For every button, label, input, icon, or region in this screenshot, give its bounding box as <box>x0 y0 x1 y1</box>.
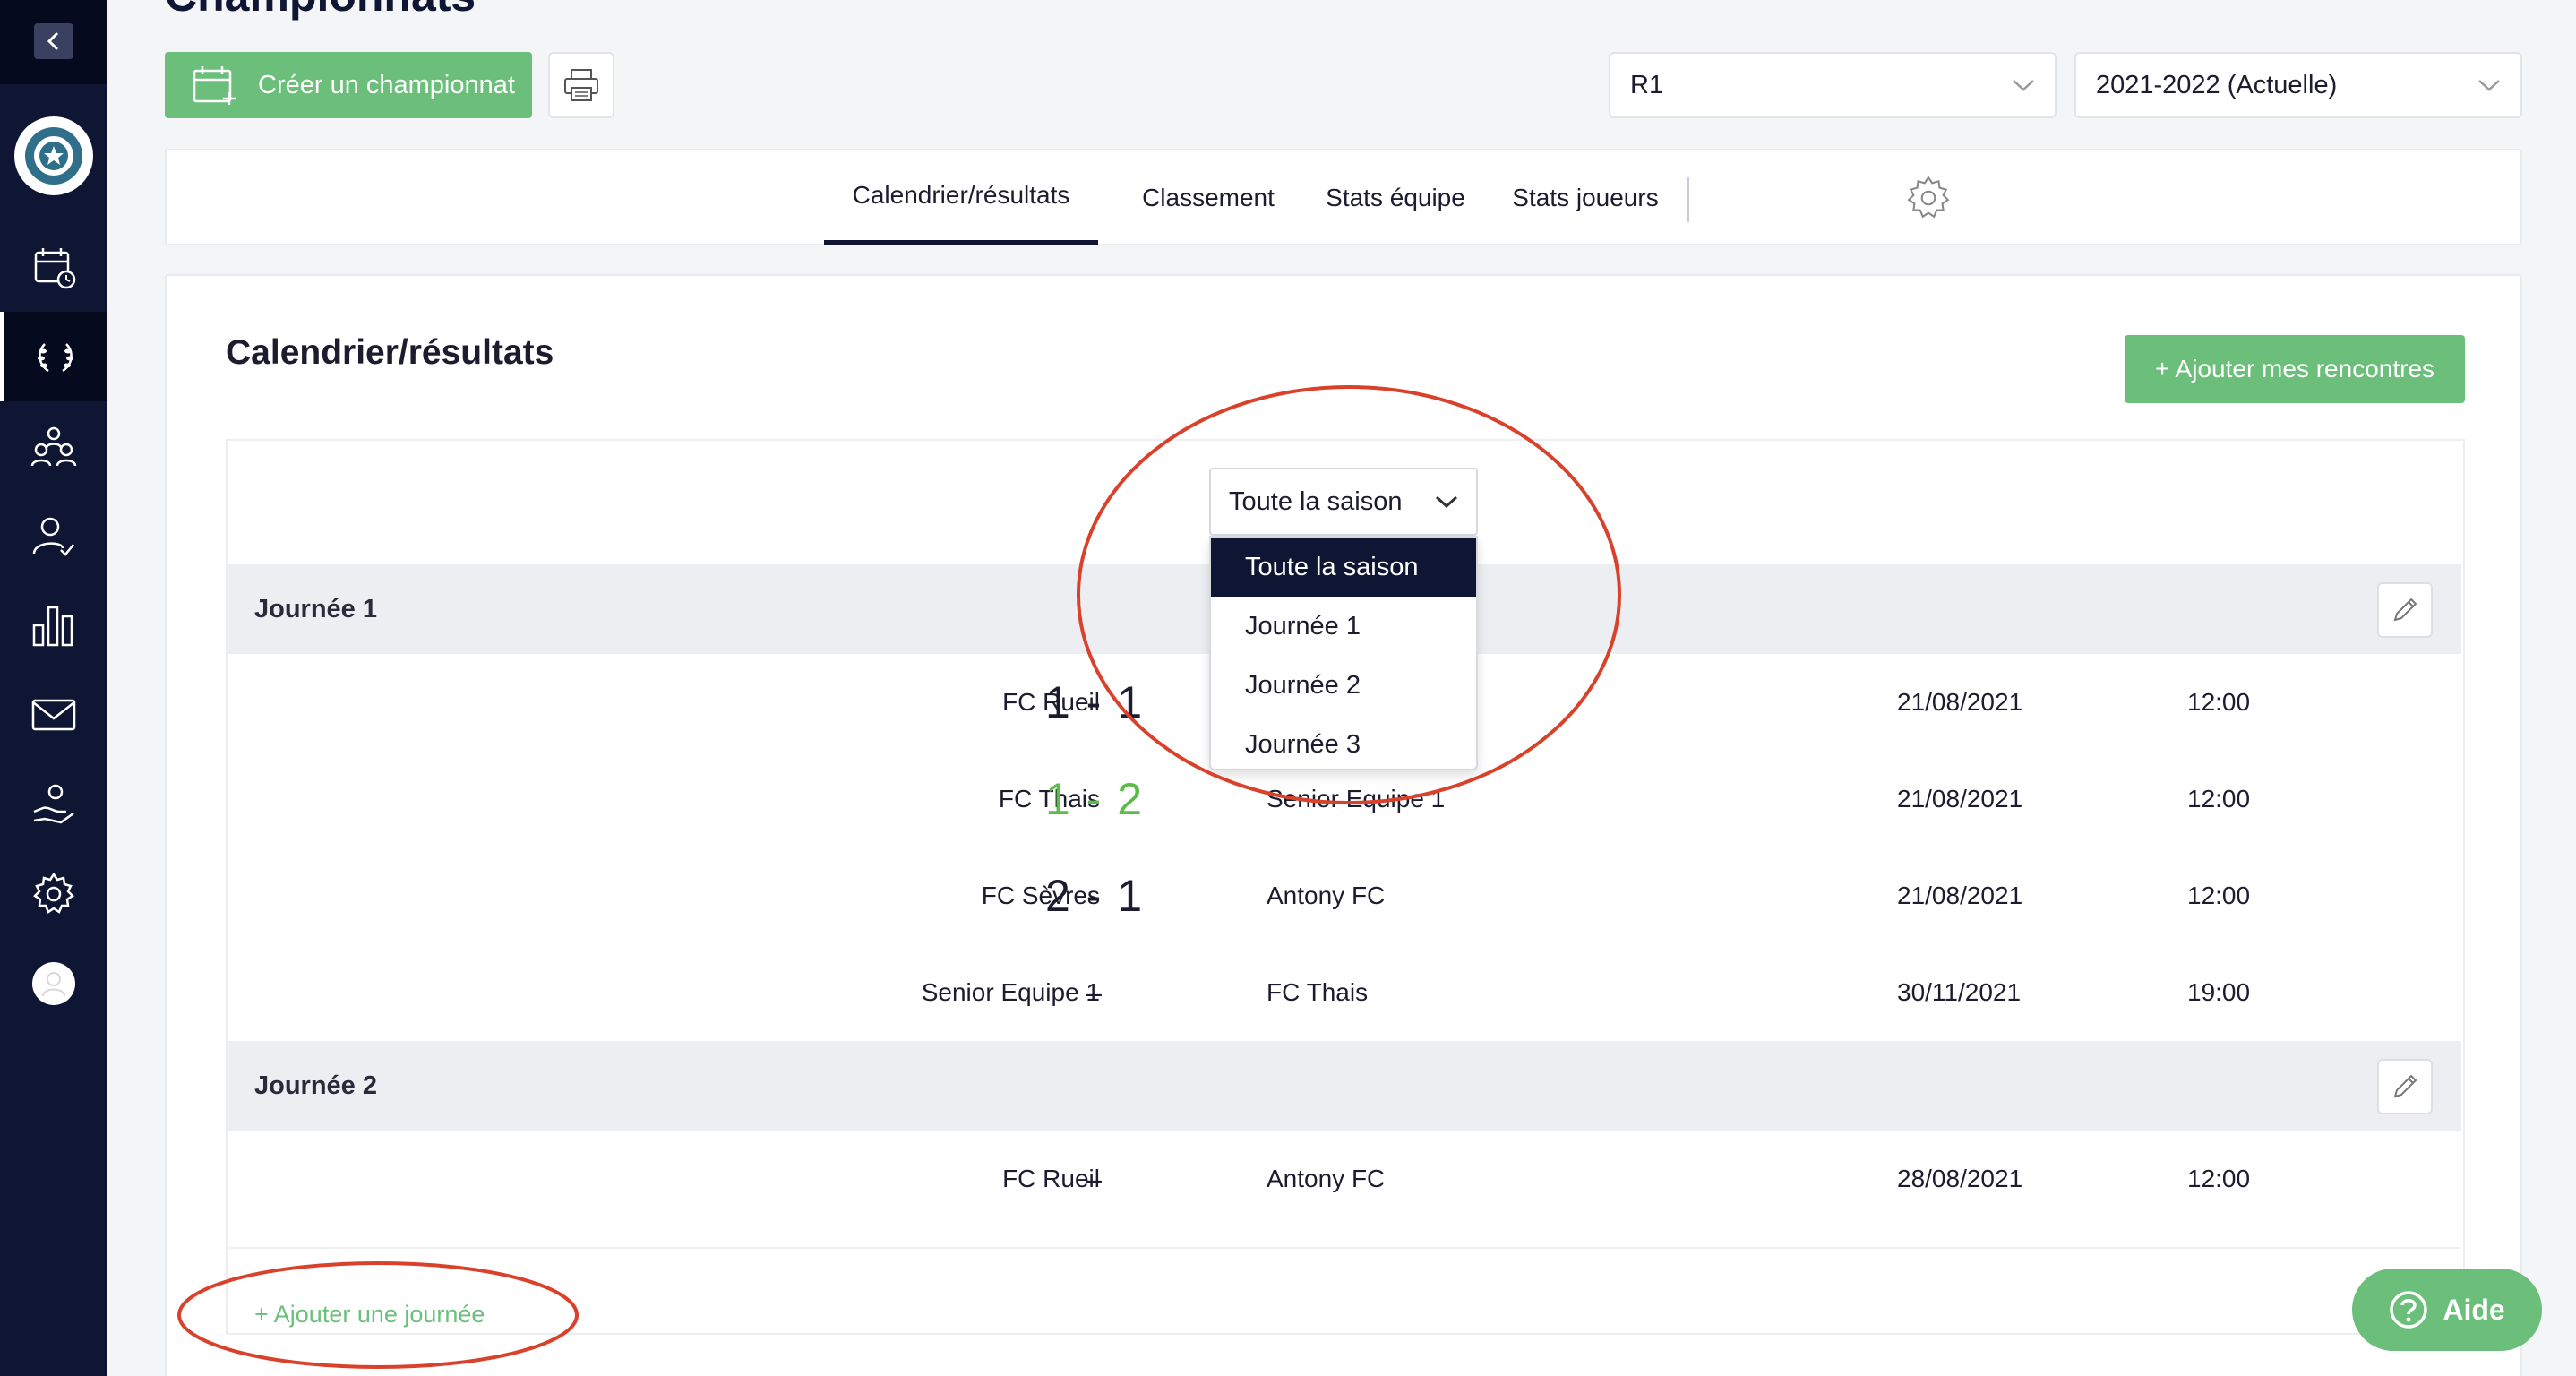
sidebar-item-messages[interactable] <box>0 670 107 760</box>
collapse-sidebar-button[interactable] <box>34 23 73 59</box>
match-date: 30/11/2021 <box>1897 978 2022 1006</box>
away-team: FC Thais <box>1267 978 1369 1006</box>
laurel-icon <box>38 343 73 373</box>
create-championship-label: Créer un championnat <box>258 70 515 99</box>
sidebar-item-settings[interactable] <box>0 849 107 939</box>
club-logo[interactable] <box>14 116 93 195</box>
journee-filter-select[interactable]: Toute la saison <box>1209 468 1478 536</box>
calendar-add-icon <box>193 66 236 105</box>
sidebar-item-partners[interactable] <box>0 760 107 849</box>
match-score: 1 - 2 <box>1044 774 1145 824</box>
sidebar-item-stats[interactable] <box>0 580 107 670</box>
day-label: Journée 1 <box>254 594 377 624</box>
away-team: Antony FC <box>1267 1165 1386 1192</box>
day-label: Journée 2 <box>254 1071 377 1100</box>
help-button[interactable]: Aide <box>2352 1268 2542 1351</box>
help-label: Aide <box>2443 1293 2505 1326</box>
championship-select-value: R1 <box>1630 70 1664 99</box>
filter-select-value: Toute la saison <box>1229 486 1403 516</box>
chevron-left-icon <box>47 31 59 51</box>
match-time: 12:00 <box>2187 1165 2251 1192</box>
tabs-bar: Calendrier/résultats Classement Stats éq… <box>165 149 2522 245</box>
match-row[interactable]: FC Rueil – Antony FC 28/08/2021 12:00 <box>226 1131 2461 1227</box>
edit-day-button[interactable] <box>2377 1059 2433 1114</box>
dropdown-option[interactable]: Journée 3 <box>1211 715 1476 774</box>
hand-heart-icon <box>33 784 74 824</box>
page-title: Championnats <box>165 0 476 22</box>
match-row[interactable]: FC Sèvres 2 - 1 Antony FC 21/08/2021 12:… <box>226 847 2461 944</box>
match-time: 12:00 <box>2187 688 2251 716</box>
championship-select[interactable]: R1 <box>1609 52 2057 118</box>
group-icon <box>30 426 77 467</box>
calendar-icon <box>34 248 76 289</box>
chevron-down-icon <box>2013 80 2034 91</box>
pencil-icon <box>2393 1074 2417 1098</box>
journee-dropdown-menu: Toute la saison Journée 1 Journée 2 Jour… <box>1209 536 1478 770</box>
print-button[interactable] <box>548 52 614 118</box>
mail-icon <box>31 699 76 731</box>
match-time: 12:00 <box>2187 785 2251 813</box>
divider <box>226 1247 2461 1249</box>
gear-icon <box>33 872 74 914</box>
chevron-down-icon <box>1435 495 1458 509</box>
day-header: Journée 2 <box>226 1041 2461 1131</box>
tab-standings[interactable]: Classement <box>1116 150 1301 245</box>
match-score: – <box>1086 976 1103 1009</box>
match-date: 21/08/2021 <box>1897 785 2023 813</box>
settings-gear-icon[interactable] <box>1904 174 1953 222</box>
create-championship-button[interactable]: Créer un championnat <box>165 52 532 118</box>
sidebar <box>0 0 107 1376</box>
club-crest-icon <box>25 127 82 185</box>
match-score: – <box>1086 1162 1103 1195</box>
tab-calendar[interactable]: Calendrier/résultats <box>824 150 1098 245</box>
match-time: 19:00 <box>2187 978 2251 1006</box>
match-date: 21/08/2021 <box>1897 882 2023 909</box>
printer-icon <box>564 69 598 101</box>
dropdown-option[interactable]: Toute la saison <box>1211 538 1476 597</box>
match-score: 1 - 1 <box>1044 677 1145 727</box>
season-select-value: 2021-2022 (Actuelle) <box>2096 70 2338 99</box>
pencil-icon <box>2393 598 2417 622</box>
add-matches-button[interactable]: + Ajouter mes rencontres <box>2125 335 2465 403</box>
avatar-icon <box>32 962 75 1005</box>
bar-chart-icon <box>32 606 73 647</box>
sidebar-top <box>0 0 107 84</box>
match-date: 28/08/2021 <box>1897 1165 2023 1192</box>
match-time: 12:00 <box>2187 882 2251 909</box>
dropdown-option[interactable]: Journée 2 <box>1211 656 1476 715</box>
season-select[interactable]: 2021-2022 (Actuelle) <box>2074 52 2522 118</box>
chevron-down-icon <box>2478 80 2500 91</box>
user-check-icon <box>32 517 74 556</box>
question-circle-icon <box>2390 1291 2428 1329</box>
away-team: Antony FC <box>1267 882 1386 909</box>
match-score: 2 - 1 <box>1044 871 1145 921</box>
tab-player-stats[interactable]: Stats joueurs <box>1496 150 1675 245</box>
sidebar-item-calendar[interactable] <box>0 222 107 312</box>
match-row[interactable]: Senior Equipe 1 – FC Thais 30/11/2021 19… <box>226 944 2461 1041</box>
tab-team-stats[interactable]: Stats équipe <box>1306 150 1485 245</box>
match-date: 21/08/2021 <box>1897 688 2023 716</box>
sidebar-item-teams[interactable] <box>0 401 107 491</box>
sidebar-item-profile[interactable] <box>0 939 107 1028</box>
add-day-link[interactable]: + Ajouter une journée <box>254 1301 485 1329</box>
sidebar-item-players[interactable] <box>0 491 107 580</box>
dropdown-option[interactable]: Journée 1 <box>1211 597 1476 656</box>
sidebar-item-championships[interactable] <box>0 312 107 401</box>
edit-day-button[interactable] <box>2377 582 2433 638</box>
tab-divider <box>1687 177 1689 222</box>
section-title: Calendrier/résultats <box>226 333 554 372</box>
